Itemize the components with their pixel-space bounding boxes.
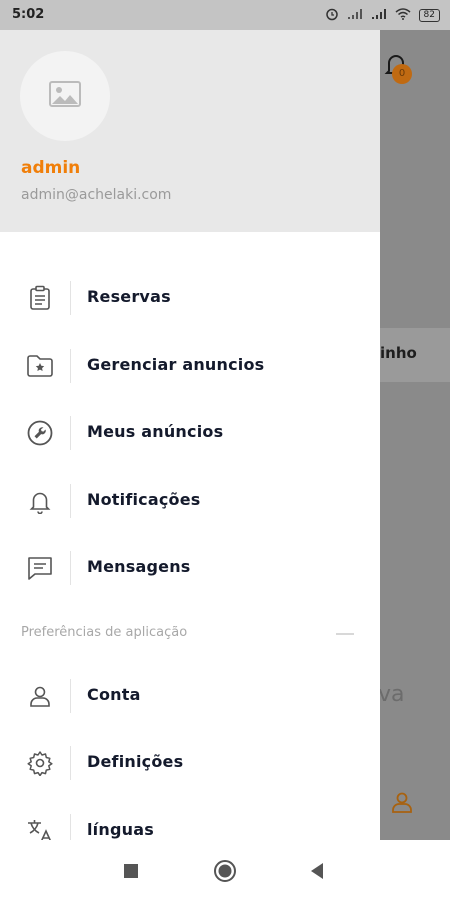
drawer-header: admin admin@achelaki.com	[0, 30, 380, 232]
menu-item-mensagens[interactable]: Mensagens	[0, 538, 380, 598]
collapse-icon[interactable]	[336, 633, 354, 635]
folder-star-icon	[25, 351, 55, 381]
signal-icon	[371, 8, 387, 23]
background-card-text: inho	[380, 344, 417, 362]
divider	[70, 349, 71, 383]
battery-icon: 82	[418, 9, 440, 22]
menu-item-conta[interactable]: Conta	[0, 666, 380, 726]
divider	[70, 416, 71, 450]
avatar[interactable]	[20, 51, 110, 141]
recents-icon[interactable]	[118, 858, 144, 884]
system-nav-bar	[0, 840, 450, 900]
background-faded-text: va	[378, 682, 405, 707]
home-icon[interactable]	[212, 858, 238, 884]
section-title: Preferências de aplicação	[21, 625, 188, 640]
menu-item-label: Reservas	[87, 287, 171, 306]
menu-item-notificacoes[interactable]: Notificações	[0, 471, 380, 531]
message-icon	[25, 553, 55, 583]
user-icon	[25, 681, 55, 711]
divider	[70, 484, 71, 518]
menu-item-label: Definições	[87, 752, 184, 771]
menu-item-label: Conta	[87, 685, 141, 704]
status-icons: 82	[325, 7, 440, 24]
background-card: inho	[380, 328, 450, 382]
divider	[70, 679, 71, 713]
menu-item-label: línguas	[87, 820, 154, 839]
divider	[70, 551, 71, 585]
wrench-icon	[25, 418, 55, 448]
wifi-icon	[395, 8, 411, 23]
translate-icon	[25, 816, 55, 840]
menu-item-meus-anuncios[interactable]: Meus anúncios	[0, 403, 380, 463]
status-time: 5:02	[12, 7, 45, 22]
divider	[70, 281, 71, 315]
menu-item-reservas[interactable]: Reservas	[0, 268, 380, 328]
menu-item-label: Gerenciar anuncios	[87, 355, 265, 374]
user-icon	[390, 790, 414, 818]
menu-item-linguas[interactable]: línguas	[0, 801, 380, 840]
menu-item-gerenciar-anuncios[interactable]: Gerenciar anuncios	[0, 336, 380, 396]
back-icon[interactable]	[304, 858, 330, 884]
menu-item-label: Mensagens	[87, 557, 191, 576]
divider	[70, 746, 71, 780]
user-name: admin	[21, 158, 81, 178]
notification-badge: 0	[392, 64, 412, 84]
clipboard-icon	[25, 283, 55, 313]
menu-item-definicoes[interactable]: Definições	[0, 733, 380, 793]
signal-icon	[347, 8, 363, 23]
navigation-drawer: admin admin@achelaki.com Reservas Gerenc…	[0, 30, 380, 840]
alarm-icon	[325, 7, 339, 24]
bell-icon	[25, 486, 55, 516]
status-bar: 5:02 82	[0, 0, 450, 30]
menu-item-label: Notificações	[87, 490, 201, 509]
menu-item-label: Meus anúncios	[87, 422, 224, 441]
divider	[70, 814, 71, 840]
image-placeholder-icon	[49, 81, 81, 111]
gear-icon	[25, 748, 55, 778]
user-email: admin@achelaki.com	[21, 187, 172, 203]
